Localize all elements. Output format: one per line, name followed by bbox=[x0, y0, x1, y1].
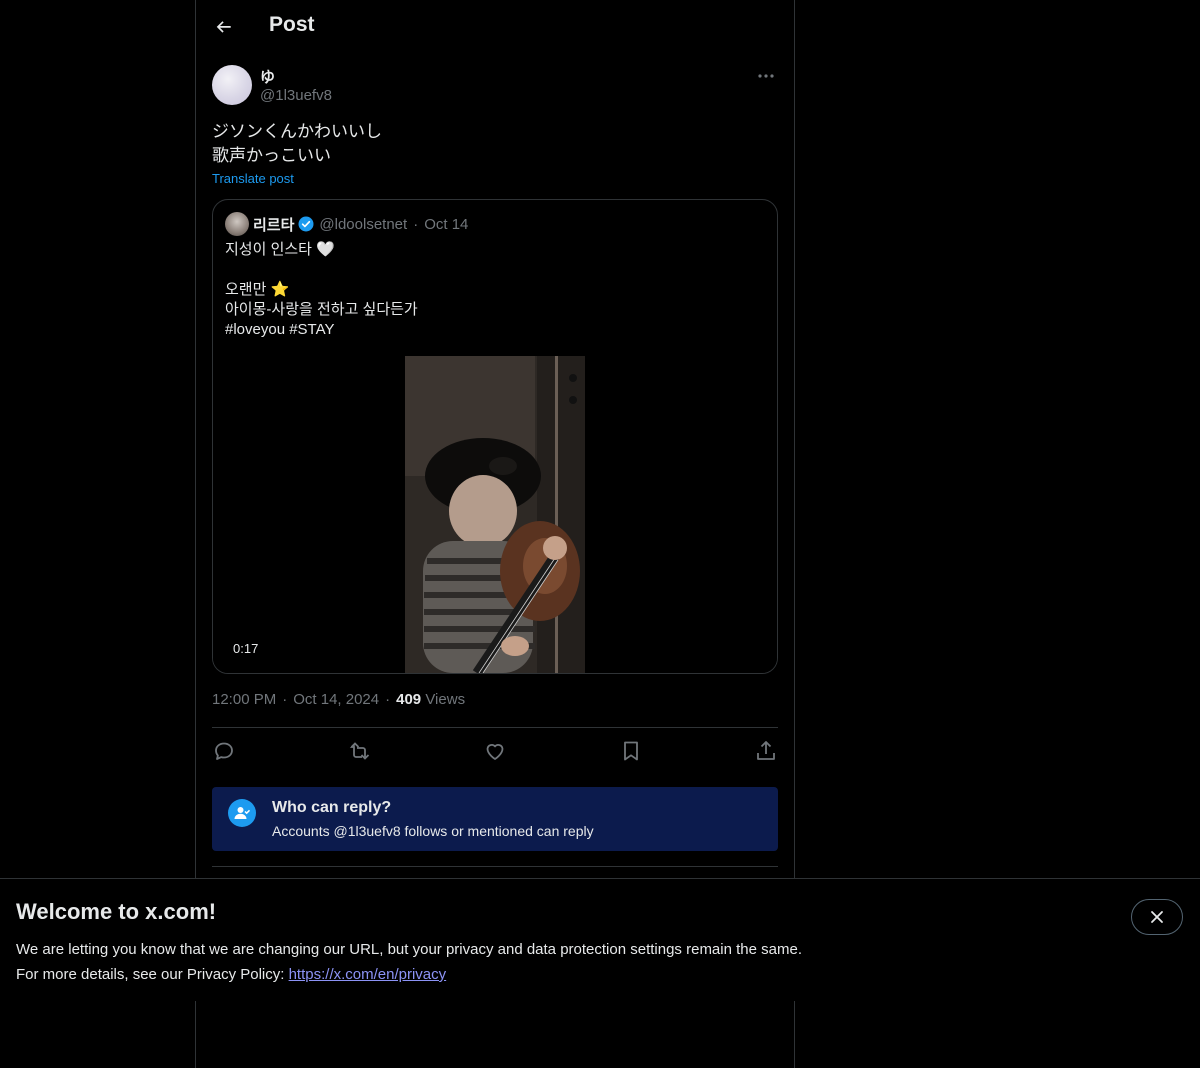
translate-post-link[interactable]: Translate post bbox=[212, 171, 294, 186]
verified-badge-icon bbox=[298, 216, 314, 232]
more-icon bbox=[758, 74, 774, 78]
avatar[interactable] bbox=[212, 65, 252, 105]
post-metadata: 12:00 PM · Oct 14, 2024 · 409 Views bbox=[212, 691, 465, 708]
privacy-policy-link[interactable]: https://x.com/en/privacy bbox=[289, 966, 447, 983]
quoted-post-header: 리르타 @ldoolsetnet · Oct 14 bbox=[225, 212, 468, 236]
share-button[interactable] bbox=[754, 739, 778, 763]
post-date[interactable]: Oct 14, 2024 bbox=[293, 691, 379, 708]
welcome-banner: Welcome to x.com! We are letting you kno… bbox=[0, 878, 1200, 1001]
author-name[interactable]: ゆ bbox=[260, 66, 275, 87]
quoted-avatar[interactable] bbox=[225, 212, 249, 236]
video-player[interactable]: 0:17 bbox=[213, 356, 777, 673]
back-button[interactable] bbox=[212, 15, 236, 39]
separator-dot: · bbox=[413, 215, 419, 233]
person-check-icon bbox=[234, 807, 251, 819]
views-count: 409 bbox=[396, 691, 422, 708]
separator-dot: · bbox=[282, 691, 288, 708]
bookmark-icon bbox=[623, 741, 638, 761]
like-icon bbox=[486, 744, 504, 760]
video-frame-image bbox=[405, 356, 585, 673]
video-thumbnail[interactable] bbox=[405, 356, 585, 673]
divider bbox=[212, 866, 778, 867]
post-text-line: 歌声かっこいい bbox=[212, 146, 331, 165]
separator-dot: · bbox=[385, 691, 391, 708]
quoted-post-text: 지성이 인스타 🤍 오랜만 ⭐️ 아이몽-사랑을 전하고 싶다든가 #lovey… bbox=[225, 241, 418, 338]
views-label: Views bbox=[425, 691, 466, 708]
banner-title: Welcome to x.com! bbox=[16, 899, 217, 924]
banner-line: For more details, see our Privacy Policy… bbox=[16, 962, 802, 987]
reply-restriction-icon bbox=[228, 799, 256, 827]
close-banner-button[interactable] bbox=[1131, 899, 1183, 935]
like-button[interactable] bbox=[483, 739, 507, 763]
post-author: ゆ @1l3uefv8 bbox=[212, 64, 778, 108]
who-can-reply-notice: Who can reply? Accounts @1l3uefv8 follow… bbox=[212, 787, 778, 851]
post-text: ジソンくんかわいいし 歌声かっこいい bbox=[212, 120, 382, 168]
video-duration: 0:17 bbox=[225, 639, 267, 658]
quoted-author-name[interactable]: 리르타 bbox=[253, 214, 294, 235]
reply-notice-title: Who can reply? bbox=[272, 799, 392, 816]
repost-icon bbox=[349, 742, 369, 760]
banner-policy-prefix: For more details, see our Privacy Policy… bbox=[16, 966, 289, 983]
post-text-line: ジソンくんかわいいし bbox=[212, 122, 382, 141]
arrow-left-icon bbox=[216, 21, 231, 33]
banner-text: We are letting you know that we are chan… bbox=[16, 937, 802, 987]
more-options-button[interactable] bbox=[754, 66, 778, 86]
banner-line: We are letting you know that we are chan… bbox=[16, 941, 802, 958]
quoted-post-date[interactable]: Oct 14 bbox=[424, 216, 468, 233]
reply-button[interactable] bbox=[212, 739, 236, 763]
quoted-author-handle[interactable]: @ldoolsetnet bbox=[319, 216, 407, 233]
author-handle[interactable]: @1l3uefv8 bbox=[260, 87, 332, 104]
post-time[interactable]: 12:00 PM bbox=[212, 691, 276, 708]
bookmark-button[interactable] bbox=[619, 739, 643, 763]
reply-icon bbox=[215, 742, 233, 760]
action-bar bbox=[212, 739, 778, 763]
share-icon bbox=[757, 741, 775, 760]
repost-button[interactable] bbox=[348, 739, 372, 763]
page-header: Post bbox=[196, 0, 794, 54]
page-title: Post bbox=[269, 13, 315, 36]
divider bbox=[212, 727, 778, 728]
close-icon bbox=[1151, 911, 1163, 923]
reply-notice-subtitle: Accounts @1l3uefv8 follows or mentioned … bbox=[272, 823, 594, 839]
quoted-post[interactable]: 리르타 @ldoolsetnet · Oct 14 지성이 인스타 🤍 오랜만 … bbox=[212, 199, 778, 674]
